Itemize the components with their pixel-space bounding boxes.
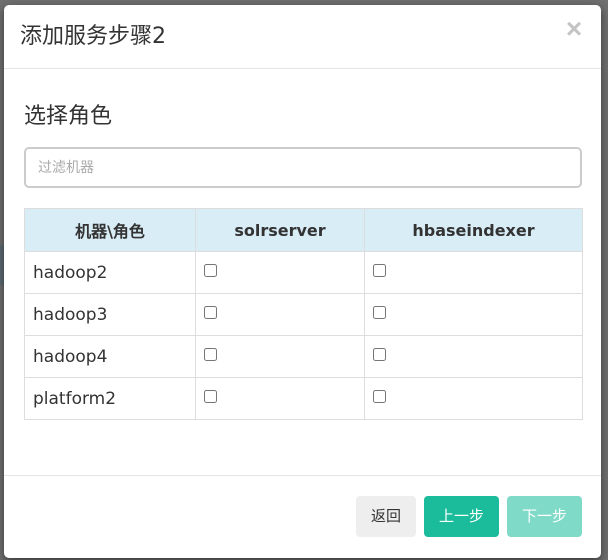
dialog-footer: 返回 上一步 下一步 (4, 475, 601, 558)
back-button[interactable]: 返回 (356, 496, 416, 537)
host-name-cell: hadoop3 (24, 293, 196, 336)
hbaseindexer-cell (364, 251, 583, 294)
solrserver-cell (195, 377, 365, 420)
host-name-cell: hadoop4 (24, 335, 196, 378)
table-row: hadoop4 (24, 335, 583, 378)
solrserver-checkbox[interactable] (204, 348, 217, 361)
hbaseindexer-cell (364, 377, 583, 420)
section-title: 选择角色 (24, 104, 113, 129)
host-name-cell: hadoop2 (24, 251, 196, 294)
solrserver-checkbox[interactable] (204, 390, 217, 403)
solrserver-cell (195, 293, 365, 336)
solrserver-cell (195, 251, 365, 294)
column-header-host-role: 机器\角色 (24, 208, 196, 252)
hbaseindexer-checkbox[interactable] (373, 390, 386, 403)
dialog-title: 添加服务步骤2 (20, 24, 166, 49)
solrserver-checkbox[interactable] (204, 306, 217, 319)
hbaseindexer-checkbox[interactable] (373, 348, 386, 361)
close-button[interactable]: × (562, 15, 586, 43)
solrserver-cell (195, 335, 365, 378)
column-header-hbaseindexer: hbaseindexer (364, 208, 583, 252)
table-row: hadoop2 (24, 251, 583, 294)
table-row: platform2 (24, 377, 583, 420)
dialog-header: 添加服务步骤2 × (4, 5, 601, 69)
next-step-button[interactable]: 下一步 (507, 496, 582, 537)
column-header-solrserver: solrserver (195, 208, 365, 252)
add-service-dialog: 添加服务步骤2 × 选择角色 机器\角色 solrserver hbaseind… (4, 5, 601, 558)
close-icon: × (565, 13, 583, 44)
hbaseindexer-checkbox[interactable] (373, 306, 386, 319)
host-name-cell: platform2 (24, 377, 196, 420)
table-row: hadoop3 (24, 293, 583, 336)
solrserver-checkbox[interactable] (204, 264, 217, 277)
hbaseindexer-cell (364, 335, 583, 378)
table-header-row: 机器\角色 solrserver hbaseindexer (24, 208, 583, 252)
hbaseindexer-cell (364, 293, 583, 336)
filter-machines-input[interactable] (24, 147, 582, 188)
previous-step-button[interactable]: 上一步 (424, 496, 499, 537)
hbaseindexer-checkbox[interactable] (373, 264, 386, 277)
role-assignment-table: 机器\角色 solrserver hbaseindexer hadoop2 ha… (24, 208, 583, 420)
